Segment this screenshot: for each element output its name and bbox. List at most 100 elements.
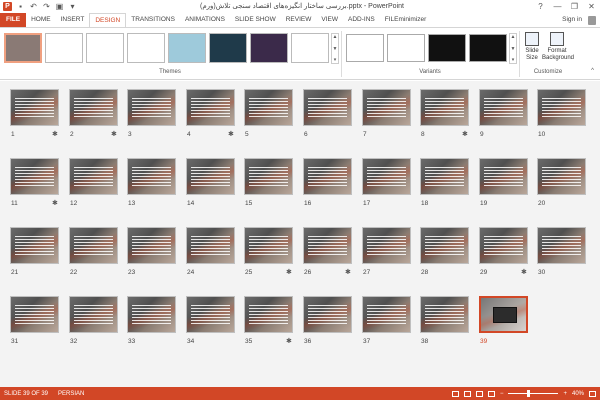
animation-star-icon[interactable]: ✱ — [286, 268, 292, 276]
slide-thumbnail[interactable] — [479, 296, 528, 333]
slide-thumbnail[interactable] — [69, 296, 118, 333]
slide-thumbnail[interactable] — [303, 227, 352, 264]
theme-thumbnail[interactable] — [127, 33, 165, 63]
slide-thumbnail[interactable] — [244, 89, 293, 126]
animation-star-icon[interactable]: ✱ — [52, 130, 58, 138]
animation-star-icon[interactable]: ✱ — [286, 337, 292, 345]
theme-thumbnail[interactable] — [250, 33, 288, 63]
slide-thumbnail[interactable] — [479, 227, 528, 264]
theme-thumbnail[interactable] — [209, 33, 247, 63]
slide-thumbnail[interactable] — [10, 89, 59, 126]
sign-in-link[interactable]: Sign in — [562, 13, 582, 27]
save-icon[interactable]: ▪ — [16, 2, 25, 11]
powerpoint-app-icon[interactable]: P — [3, 2, 12, 11]
theme-thumbnail[interactable] — [168, 33, 206, 63]
slide-thumbnail[interactable] — [127, 296, 176, 333]
slide-thumbnail[interactable] — [69, 89, 118, 126]
theme-thumbnail[interactable] — [45, 33, 83, 63]
more-icon[interactable]: ▾ — [334, 57, 337, 63]
scroll-down-icon[interactable]: ▼ — [333, 46, 338, 52]
reading-view-icon[interactable] — [475, 390, 483, 397]
fit-slide-icon[interactable] — [589, 390, 596, 397]
slide-thumbnail[interactable] — [420, 89, 469, 126]
tab-add-ins[interactable]: ADD-INS — [343, 13, 380, 27]
themes-gallery-scroll[interactable]: ▲ ▼ ▾ — [331, 33, 339, 64]
redo-icon[interactable]: ↷ — [42, 2, 51, 11]
tab-review[interactable]: REVIEW — [281, 13, 317, 27]
more-icon[interactable]: ▾ — [512, 57, 515, 63]
slide-thumbnail[interactable] — [244, 296, 293, 333]
collapse-ribbon-icon[interactable]: ^ — [591, 68, 594, 74]
zoom-out-icon[interactable]: − — [500, 391, 504, 397]
theme-thumbnail[interactable] — [4, 33, 42, 63]
slide-size-button[interactable]: Slide Size — [521, 32, 543, 62]
scroll-down-icon[interactable]: ▼ — [511, 46, 516, 52]
tab-animations[interactable]: ANIMATIONS — [180, 13, 230, 27]
animation-star-icon[interactable]: ✱ — [345, 268, 351, 276]
format-background-button[interactable]: Format Background — [542, 32, 574, 62]
scroll-up-icon[interactable]: ▲ — [511, 34, 516, 40]
slide-thumbnail[interactable] — [186, 296, 235, 333]
slide-thumbnail[interactable] — [537, 227, 586, 264]
slide-thumbnail[interactable] — [303, 296, 352, 333]
slide-thumbnail[interactable] — [244, 227, 293, 264]
zoom-level[interactable]: 40% — [572, 391, 584, 397]
customize-icon[interactable]: ▾ — [68, 2, 77, 11]
avatar-icon[interactable] — [588, 15, 596, 25]
variant-thumbnail[interactable] — [346, 34, 384, 62]
close-button[interactable]: ✕ — [583, 0, 600, 13]
slide-thumbnail[interactable] — [362, 296, 411, 333]
tab-home[interactable]: HOME — [26, 13, 56, 27]
slide-thumbnail[interactable] — [479, 158, 528, 195]
animation-star-icon[interactable]: ✱ — [52, 199, 58, 207]
slide-thumbnail[interactable] — [127, 158, 176, 195]
variants-gallery-scroll[interactable]: ▲ ▼ ▾ — [509, 33, 517, 64]
zoom-in-icon[interactable]: + — [563, 391, 567, 397]
slide-thumbnail[interactable] — [244, 158, 293, 195]
slide-thumbnail[interactable] — [479, 89, 528, 126]
slide-sorter-view-icon[interactable] — [463, 390, 471, 397]
tab-slide-show[interactable]: SLIDE SHOW — [230, 13, 281, 27]
variant-thumbnail[interactable] — [387, 34, 425, 62]
language-indicator[interactable]: PERSIAN — [58, 391, 84, 397]
slide-thumbnail[interactable] — [537, 89, 586, 126]
tab-view[interactable]: VIEW — [316, 13, 343, 27]
minimize-button[interactable]: — — [549, 0, 566, 13]
animation-star-icon[interactable]: ✱ — [521, 268, 527, 276]
slide-thumbnail[interactable] — [69, 227, 118, 264]
slide-thumbnail[interactable] — [362, 89, 411, 126]
tab-transitions[interactable]: TRANSITIONS — [126, 13, 180, 27]
theme-thumbnail[interactable] — [86, 33, 124, 63]
zoom-slider[interactable] — [508, 390, 559, 397]
slide-thumbnail[interactable] — [303, 89, 352, 126]
variant-thumbnail[interactable] — [469, 34, 507, 62]
slide-thumbnail[interactable] — [537, 158, 586, 195]
tab-insert[interactable]: INSERT — [56, 13, 90, 27]
tab-file[interactable]: FILE — [0, 13, 27, 27]
slide-thumbnail[interactable] — [127, 89, 176, 126]
scroll-up-icon[interactable]: ▲ — [333, 34, 338, 40]
start-from-beginning-icon[interactable]: ▣ — [55, 2, 64, 11]
slide-thumbnail[interactable] — [10, 296, 59, 333]
tab-fileminimizer[interactable]: FILEminimizer — [380, 13, 432, 27]
slide-thumbnail[interactable] — [186, 89, 235, 126]
help-button[interactable]: ? — [532, 0, 549, 13]
slide-thumbnail[interactable] — [10, 227, 59, 264]
normal-view-icon[interactable] — [451, 390, 459, 397]
tab-design[interactable]: DESIGN — [89, 13, 127, 27]
theme-thumbnail[interactable] — [291, 33, 329, 63]
slide-thumbnail[interactable] — [127, 227, 176, 264]
animation-star-icon[interactable]: ✱ — [462, 130, 468, 138]
slide-thumbnail[interactable] — [303, 158, 352, 195]
restore-button[interactable]: ❐ — [566, 0, 583, 13]
animation-star-icon[interactable]: ✱ — [111, 130, 117, 138]
slide-show-icon[interactable] — [487, 390, 495, 397]
slide-thumbnail[interactable] — [186, 158, 235, 195]
slide-thumbnail[interactable] — [10, 158, 59, 195]
undo-icon[interactable]: ↶ — [29, 2, 38, 11]
slide-thumbnail[interactable] — [420, 296, 469, 333]
variant-thumbnail[interactable] — [428, 34, 466, 62]
zoom-slider-thumb[interactable] — [527, 390, 531, 397]
slide-thumbnail[interactable] — [362, 158, 411, 195]
slide-thumbnail[interactable] — [362, 227, 411, 264]
